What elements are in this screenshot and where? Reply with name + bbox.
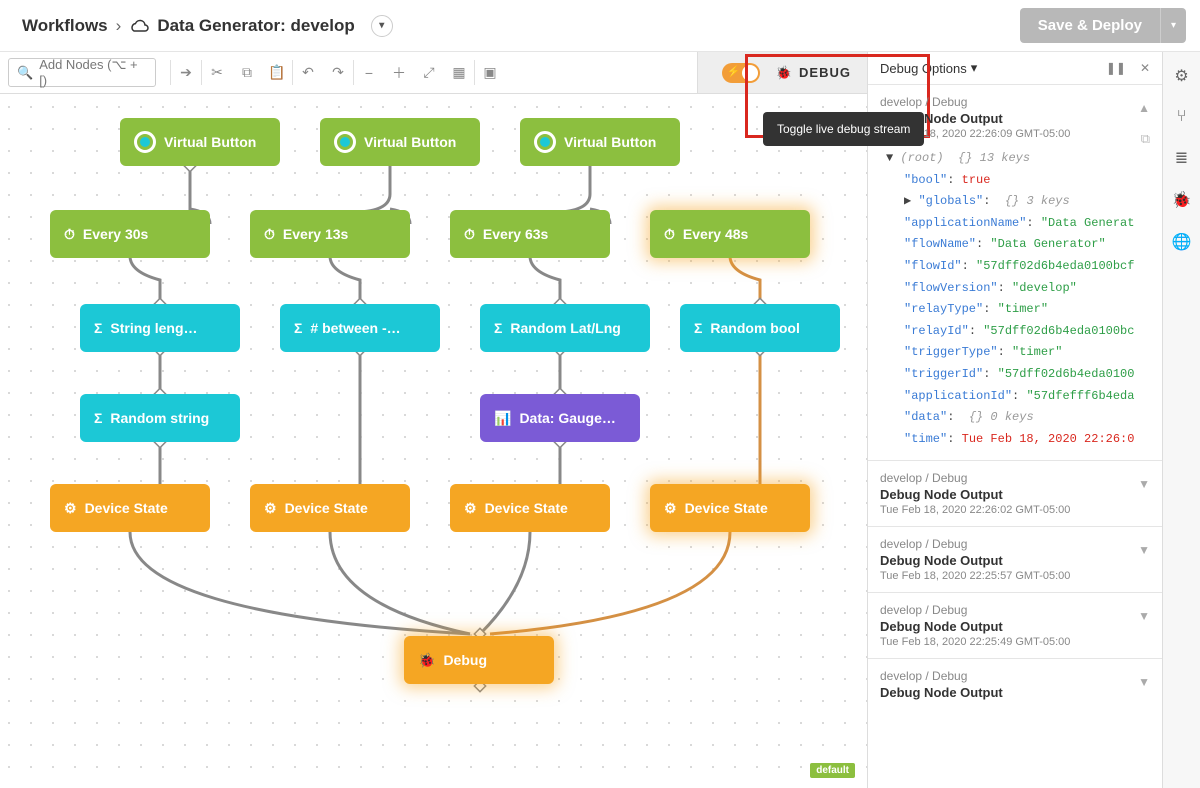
- debug-label[interactable]: 🐞 DEBUG: [776, 65, 851, 81]
- timer-icon: ⏱: [664, 226, 675, 243]
- breadcrumb-title[interactable]: Data Generator: develop: [157, 16, 354, 36]
- json-tree[interactable]: ▼ (root) {} 13 keys "bool": true ▶ "glob…: [880, 148, 1150, 450]
- expand-icon[interactable]: ▼: [1138, 477, 1150, 491]
- trigger-icon: [334, 131, 356, 153]
- run-icon[interactable]: ➔: [171, 52, 201, 93]
- node-timer-13s[interactable]: ⏱Every 13s: [250, 210, 410, 258]
- expand-icon[interactable]: ▼: [1138, 675, 1150, 689]
- collapse-icon[interactable]: ▲: [1138, 101, 1150, 115]
- sigma-icon: Σ: [94, 320, 102, 336]
- sigma-icon: Σ: [494, 320, 502, 336]
- node-debug[interactable]: 🐞Debug: [404, 636, 554, 684]
- trigger-icon: [534, 131, 556, 153]
- node-data-gauge[interactable]: 📊Data: Gauge…: [480, 394, 640, 442]
- chevron-down-icon: ▾: [971, 60, 978, 76]
- gear-icon: ⚙: [664, 500, 677, 517]
- node-virtual-button-3[interactable]: Virtual Button: [520, 118, 680, 166]
- timer-icon: ⏱: [264, 226, 275, 243]
- debug-tooltip: Toggle live debug stream: [763, 112, 924, 146]
- database-icon[interactable]: ≣: [1175, 148, 1188, 168]
- zoom-in-icon[interactable]: ＋: [384, 52, 414, 93]
- add-nodes-label: Add Nodes (⌥ + [): [39, 57, 147, 88]
- add-icon[interactable]: ▣: [475, 52, 505, 93]
- undo-icon[interactable]: ↶: [293, 52, 323, 93]
- grid-icon[interactable]: ▦: [444, 52, 474, 93]
- workflow-canvas[interactable]: Virtual Button Virtual Button Virtual Bu…: [0, 94, 867, 788]
- breadcrumb-dropdown[interactable]: ▾: [371, 15, 393, 37]
- right-rail: ⚙ ⑂ ≣ 🐞 🌐: [1162, 52, 1200, 788]
- bug-icon[interactable]: 🐞: [1172, 190, 1192, 210]
- save-deploy-group: Save & Deploy ▾: [1020, 8, 1186, 43]
- node-virtual-button-1[interactable]: Virtual Button: [120, 118, 280, 166]
- branch-icon[interactable]: ⑂: [1177, 108, 1187, 126]
- debug-entry[interactable]: develop / Debug Debug Node Output ▼: [868, 659, 1162, 710]
- expand-icon[interactable]: ▼: [1138, 543, 1150, 557]
- add-nodes-input[interactable]: 🔍 Add Nodes (⌥ + [): [8, 58, 156, 87]
- node-virtual-button-2[interactable]: Virtual Button: [320, 118, 480, 166]
- chart-icon: 📊: [494, 410, 511, 427]
- node-device-state-2[interactable]: ⚙Device State: [250, 484, 410, 532]
- timer-icon: ⏱: [464, 226, 475, 243]
- timer-icon: ⏱: [64, 226, 75, 243]
- bug-icon: 🐞: [418, 652, 435, 669]
- debug-options-dropdown[interactable]: Debug Options ▾: [880, 60, 977, 76]
- sigma-icon: Σ: [694, 320, 702, 336]
- node-timer-48s[interactable]: ⏱Every 48s: [650, 210, 810, 258]
- cloud-icon: [129, 19, 149, 33]
- gear-icon: ⚙: [264, 500, 277, 517]
- redo-icon[interactable]: ↷: [323, 52, 353, 93]
- cut-icon[interactable]: ✂: [202, 52, 232, 93]
- debug-entry[interactable]: develop / Debug Debug Node Output Tue Fe…: [868, 461, 1162, 527]
- paste-icon[interactable]: 📋: [262, 52, 292, 93]
- node-device-state-1[interactable]: ⚙Device State: [50, 484, 210, 532]
- node-random-latlng[interactable]: ΣRandom Lat/Lng: [480, 304, 650, 352]
- gear-icon: ⚙: [64, 500, 77, 517]
- breadcrumb: Workflows › Data Generator: develop ▾: [22, 15, 393, 37]
- header: Workflows › Data Generator: develop ▾ Sa…: [0, 0, 1200, 52]
- node-device-state-3[interactable]: ⚙Device State: [450, 484, 610, 532]
- debug-panel: Debug Options ▾ ❚❚ ✕ develop / Debug Deb…: [867, 52, 1162, 788]
- expand-icon[interactable]: ▼: [1138, 609, 1150, 623]
- gear-icon: ⚙: [464, 500, 477, 517]
- sigma-icon: Σ: [294, 320, 302, 336]
- copy-json-icon[interactable]: ⧉: [1141, 131, 1150, 147]
- gear-icon[interactable]: ⚙: [1174, 66, 1188, 86]
- zoom-out-icon[interactable]: −: [354, 52, 384, 93]
- debug-entry[interactable]: develop / Debug Debug Node Output Tue Fe…: [868, 593, 1162, 659]
- sigma-icon: Σ: [94, 410, 102, 426]
- bug-icon: 🐞: [776, 65, 793, 81]
- node-string-length[interactable]: ΣString leng…: [80, 304, 240, 352]
- trigger-icon: [134, 131, 156, 153]
- save-deploy-dropdown[interactable]: ▾: [1160, 8, 1186, 43]
- breadcrumb-separator: ›: [116, 16, 122, 36]
- node-number-between[interactable]: Σ# between -…: [280, 304, 440, 352]
- close-icon[interactable]: ✕: [1140, 61, 1150, 75]
- debug-toggle-area: ⚡ 🐞 DEBUG: [697, 52, 867, 93]
- debug-entry[interactable]: develop / Debug Debug Node Output Tue Fe…: [868, 527, 1162, 593]
- node-timer-30s[interactable]: ⏱Every 30s: [50, 210, 210, 258]
- debug-toggle[interactable]: ⚡: [722, 63, 760, 83]
- breadcrumb-root[interactable]: Workflows: [22, 16, 108, 36]
- fit-icon[interactable]: ⤢: [414, 52, 444, 93]
- default-badge: default: [810, 763, 855, 778]
- node-timer-63s[interactable]: ⏱Every 63s: [450, 210, 610, 258]
- node-random-string[interactable]: ΣRandom string: [80, 394, 240, 442]
- search-icon: 🔍: [17, 65, 33, 81]
- copy-icon[interactable]: ⧉: [232, 52, 262, 93]
- pause-icon[interactable]: ❚❚: [1106, 61, 1126, 75]
- node-device-state-4[interactable]: ⚙Device State: [650, 484, 810, 532]
- toolbar: 🔍 Add Nodes (⌥ + [) ➔ ✂ ⧉ 📋 ↶ ↷ − ＋ ⤢ ▦ …: [0, 52, 867, 94]
- globe-icon[interactable]: 🌐: [1172, 232, 1192, 252]
- save-deploy-button[interactable]: Save & Deploy: [1020, 8, 1160, 43]
- node-random-bool[interactable]: ΣRandom bool: [680, 304, 840, 352]
